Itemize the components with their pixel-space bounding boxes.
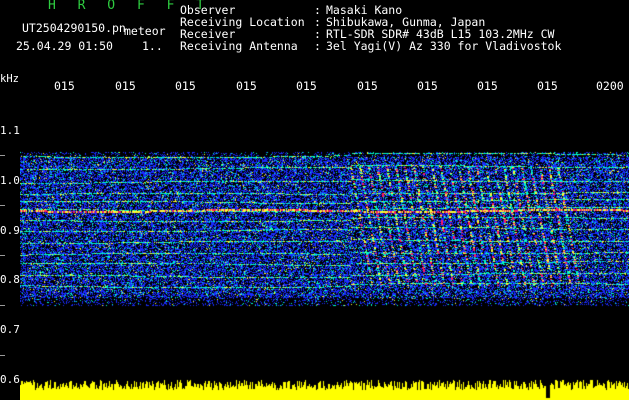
x-tick-label: 015	[54, 79, 75, 93]
antenna-value: 3el Yagi(V) Az 330 for Vladivostok	[326, 39, 562, 53]
antenna-label: Receiving Antenna	[180, 39, 298, 53]
filename-suffix: meteor	[124, 24, 166, 38]
y-tick-label: 0.7	[0, 323, 20, 336]
x-tick-label: 015	[236, 79, 257, 93]
y-axis-unit: kHz	[0, 73, 19, 85]
spectrogram-waterfall	[20, 96, 629, 400]
image-filename: UT2504290150.pn	[22, 21, 126, 35]
y-minor-tick	[0, 255, 5, 256]
y-minor-tick	[0, 355, 5, 356]
x-tick-label: 015	[537, 79, 558, 93]
antenna-separator: :	[314, 39, 321, 53]
x-tick-label: 015	[357, 79, 378, 93]
x-tick-label: 015	[417, 79, 438, 93]
y-tick-label: 0.9	[0, 224, 20, 237]
y-minor-tick	[0, 155, 5, 156]
y-tick-label: 0.6	[0, 373, 20, 386]
y-tick-label: 1.0	[0, 174, 20, 187]
x-tick-label: 015	[296, 79, 317, 93]
y-minor-tick	[0, 305, 5, 306]
x-tick-label: 0200	[596, 79, 624, 93]
hrofft-viewer: H R O F F T UT2504290150.pn meteor 25.04…	[0, 0, 629, 400]
capture-extra: 1..	[142, 39, 163, 53]
x-tick-label: 015	[115, 79, 136, 93]
x-tick-label: 015	[477, 79, 498, 93]
x-tick-label: 015	[175, 79, 196, 93]
y-tick-label: 0.8	[0, 273, 20, 286]
y-tick-label: 1.1	[0, 124, 20, 137]
capture-datetime: 25.04.29 01:50	[16, 39, 113, 53]
y-minor-tick	[0, 205, 5, 206]
